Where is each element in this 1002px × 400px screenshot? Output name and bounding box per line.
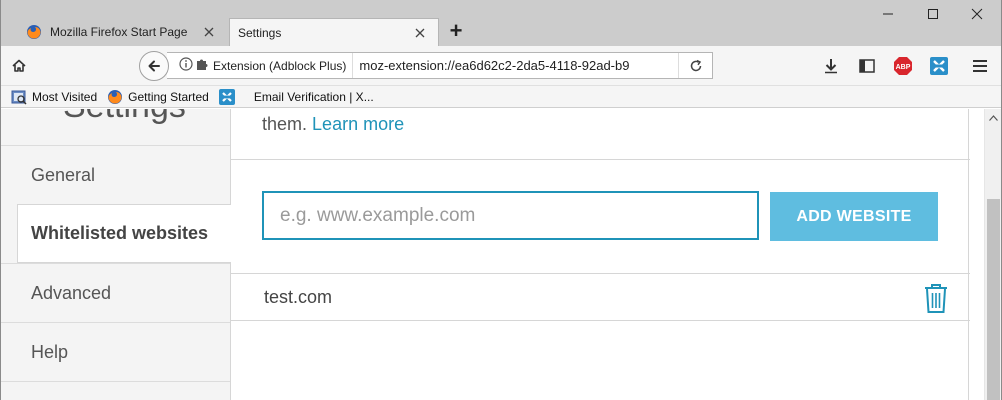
back-button[interactable] — [139, 51, 169, 81]
whitelist-entry: test.com — [264, 287, 333, 307]
tab-firefox-start[interactable]: Mozilla Firefox Start Page — [14, 18, 227, 46]
settings-sidebar: Settings General Whitelisted websites Ad… — [1, 109, 231, 400]
sidebar-item-help[interactable]: Help — [1, 322, 230, 381]
firefox-icon — [107, 89, 123, 105]
home-icon[interactable] — [9, 56, 29, 76]
navigation-bar: Extension (Adblock Plus) moz-extension:/… — [1, 46, 1001, 86]
bookmark-label: Getting Started — [128, 89, 209, 104]
bookmark-label: Email Verification | X... — [253, 89, 374, 104]
extension-icon — [218, 88, 235, 105]
sidebar-icon[interactable] — [857, 56, 877, 76]
most-visited-icon — [11, 89, 27, 105]
close-tab-icon[interactable] — [201, 24, 217, 40]
bookmark-most-visited[interactable]: Most Visited — [11, 89, 97, 105]
page-content: Settings General Whitelisted websites Ad… — [1, 109, 984, 400]
learn-more-link[interactable]: Learn more — [312, 114, 404, 134]
tab-settings[interactable]: Settings — [229, 18, 439, 46]
url-text[interactable]: moz-extension://ea6d62c2-2da5-4118-92ad-… — [353, 58, 678, 73]
divider — [231, 159, 970, 160]
bookmark-getting-started[interactable]: Getting Started — [107, 89, 209, 105]
sidebar-item-whitelisted-websites[interactable]: Whitelisted websites — [17, 204, 231, 263]
bookmarks-bar: Most Visited Getting Started Email Verif… — [1, 86, 1001, 108]
intro-text: them. Learn more — [262, 114, 404, 135]
bookmark-extension[interactable] — [218, 88, 240, 105]
tab-title: Settings — [238, 25, 282, 40]
sidebar-item-general[interactable]: General — [1, 145, 230, 204]
trash-icon[interactable] — [923, 282, 949, 314]
add-website-button[interactable]: ADD WEBSITE — [770, 192, 938, 241]
intro-text-body: them. — [262, 114, 308, 134]
divider — [231, 320, 970, 321]
website-input[interactable] — [262, 191, 759, 240]
puzzle-icon — [195, 57, 209, 74]
extension-label: Extension (Adblock Plus) — [213, 58, 347, 73]
minimize-icon[interactable] — [878, 4, 898, 24]
page-title: Settings — [63, 109, 186, 126]
bookmark-label: Most Visited — [32, 89, 98, 104]
close-tab-icon[interactable] — [412, 25, 428, 41]
sidebar-divider — [1, 381, 230, 400]
browser-window: Mozilla Firefox Start Page Settings + Ex… — [0, 0, 1002, 400]
page-scrollbar[interactable] — [984, 109, 1001, 400]
scroll-thumb[interactable] — [987, 199, 1000, 400]
info-icon — [179, 57, 193, 74]
scroll-up-arrow-icon[interactable] — [985, 109, 1001, 126]
close-window-icon[interactable] — [967, 4, 987, 24]
maximize-icon[interactable] — [923, 4, 943, 24]
tab-title: Mozilla Firefox Start Page — [50, 25, 188, 39]
back-arrow-icon — [148, 60, 160, 72]
new-tab-button[interactable]: + — [445, 18, 467, 43]
url-bar[interactable]: Extension (Adblock Plus) moz-extension:/… — [167, 52, 713, 79]
adblock-plus-icon[interactable]: ABP — [892, 55, 914, 77]
tab-strip: Mozilla Firefox Start Page Settings + — [1, 0, 1001, 46]
bookmark-email-verification[interactable]: Email Verification | X... — [254, 90, 374, 104]
divider — [231, 273, 970, 274]
firefox-icon — [26, 24, 42, 40]
sidebar-item-advanced[interactable]: Advanced — [1, 263, 230, 322]
reload-icon[interactable] — [678, 53, 712, 78]
extension-icon[interactable] — [928, 55, 950, 77]
download-icon[interactable] — [821, 56, 841, 76]
whitelist-panel: them. Learn more ADD WEBSITE test.com — [230, 109, 970, 400]
menu-icon[interactable] — [969, 56, 991, 76]
site-identity[interactable]: Extension (Adblock Plus) — [167, 53, 354, 78]
abp-label: ABP — [896, 64, 911, 71]
